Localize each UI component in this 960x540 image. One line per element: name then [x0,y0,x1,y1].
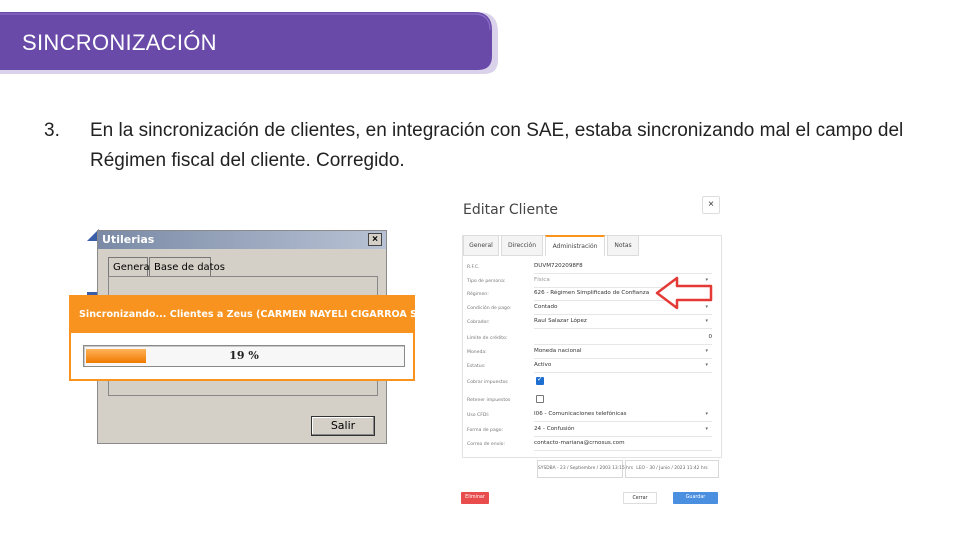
point-number: 3. [44,120,60,141]
field-cobrar-impuestos: Cobrar impuestos [467,375,717,389]
uso-cfdi-select[interactable]: I06 - Comunicaciones telefónicas ▾ [534,411,712,422]
field-label: Régimen: [467,292,489,297]
created-info: SYSDBA - 23 / Septiembre / 2003 13:15 hr… [537,460,633,478]
field-cobrador: Cobrador: Raul Salazar López ▾ [467,317,717,329]
field-label: Cobrador: [467,320,490,325]
chevron-down-icon: ▾ [705,426,708,432]
field-limite-credito: Límite de crédito: 0 [467,333,717,345]
chevron-down-icon: ▾ [705,318,708,324]
forma-pago-select[interactable]: 24 - Confusión ▾ [534,426,712,437]
field-label: Estatus: [467,364,486,369]
utilerias-title: Utilerias [102,233,155,246]
page-title: SINCRONIZACIÓN [22,30,217,55]
field-value: Contado [534,304,558,310]
progress-label: 19 % [229,349,259,362]
field-value: Física [534,277,550,283]
tab-base-de-datos[interactable]: Base de datos [149,257,225,277]
field-label: Forma de pago: [467,428,504,433]
field-retener-impuestos: Retener impuestos [467,395,717,407]
field-label: Correo de envío: [467,442,506,447]
tab-general[interactable]: General [108,257,152,277]
correo-envio-input[interactable]: contacto-mariana@crnosus.com [534,440,712,451]
field-label: Condición de pago: [467,306,512,311]
field-label: Moneda: [467,350,487,355]
arrow-left-icon [655,276,713,310]
cobrador-select[interactable]: Raul Salazar López ▾ [534,318,712,329]
close-icon[interactable]: × [702,196,720,214]
retener-impuestos-checkbox[interactable] [536,395,544,403]
field-moneda: Moneda: Moneda nacional ▾ [467,347,717,359]
dialog-title: Editar Cliente [463,202,559,218]
point-text: En la sincronización de clientes, en int… [90,120,904,171]
tab-administracion[interactable]: Administración [545,235,605,256]
field-value: Activo [534,362,552,368]
utilerias-titlebar: Utilerias × [98,231,386,249]
chevron-down-icon: ▾ [705,362,708,368]
cobrar-impuestos-checkbox[interactable] [536,375,544,385]
field-forma-pago: Forma de pago: 24 - Confusión ▾ [467,425,717,437]
field-uso-cfdi: Uso CFDI: I06 - Comunicaciones telefónic… [467,410,717,422]
modified-info: LEO - 30 / Junio / 2023 11:42 hrs [625,460,719,478]
sync-message: Sincronizando... Clientes a Zeus (CARMEN… [79,309,465,320]
save-button[interactable]: Guardar [673,492,718,504]
moneda-select[interactable]: Moneda nacional ▾ [534,348,712,359]
chevron-down-icon: ▾ [705,348,708,354]
field-value: Moneda nacional [534,348,582,354]
sync-header: Sincronizando... Clientes a Zeus (CARMEN… [71,297,464,333]
field-estatus: Estatus: Activo ▾ [467,361,717,373]
chevron-down-icon: ▾ [705,411,708,417]
close-icon[interactable]: × [368,233,382,246]
progress-bar: 19 % [83,345,405,367]
field-label: Uso CFDI: [467,413,490,418]
field-rfc: R.F.C. DUVM7202098F8 [467,262,717,274]
field-label: Retener impuestos [467,398,511,403]
slide: SINCRONIZACIÓN 3. En la sincronización d… [0,0,960,540]
estatus-select[interactable]: Activo ▾ [534,362,712,373]
tab-direccion[interactable]: Dirección [501,235,543,256]
header-banner: SINCRONIZACIÓN [0,12,500,75]
field-label: Cobrar impuestos [467,380,508,385]
field-label: Tipo de persona: [467,279,506,284]
tab-notas[interactable]: Notas [607,235,639,256]
field-value: 24 - Confusión [534,426,575,432]
sync-progress-dialog: Sincronizando... Clientes a Zeus (CARMEN… [69,295,464,381]
field-label: Límite de crédito: [467,336,508,341]
cancel-button[interactable]: Cerrar [623,492,657,504]
tab-general[interactable]: General [463,235,499,256]
limite-credito-input[interactable]: 0 [534,334,712,345]
field-value: 626 - Régimen Simplificado de Confianza [534,290,650,296]
edit-client-dialog: Editar Cliente × General Dirección Admin… [455,190,730,510]
exit-button[interactable]: Salir [311,416,375,436]
field-label: R.F.C. [467,265,480,270]
rfc-input[interactable]: DUVM7202098F8 [534,263,712,274]
field-correo-envio: Correo de envío: contacto-mariana@crnosu… [467,439,717,451]
delete-button[interactable]: Eliminar [461,492,489,504]
field-value: I06 - Comunicaciones telefónicas [534,411,627,417]
field-value: Raul Salazar López [534,318,587,324]
